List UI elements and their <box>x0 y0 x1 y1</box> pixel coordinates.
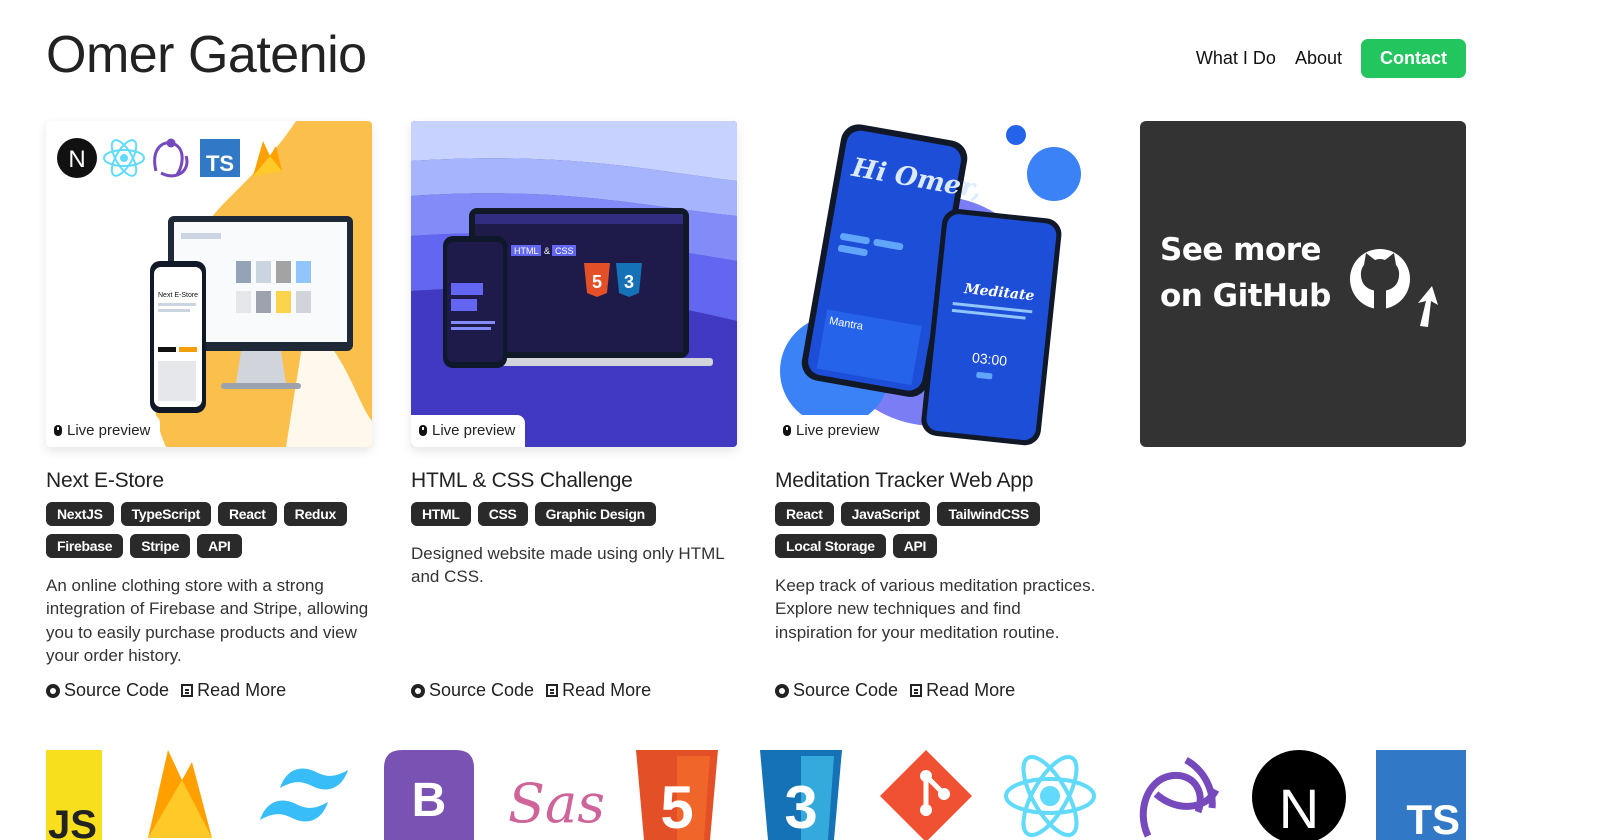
article-icon <box>181 684 194 697</box>
svg-text:3: 3 <box>784 774 817 840</box>
read-more-link[interactable]: Read More <box>181 680 286 701</box>
tag: Redux <box>283 502 347 526</box>
tag: Stripe <box>130 534 191 558</box>
tag: TypeScript <box>120 502 211 526</box>
typescript-icon: TS <box>200 139 240 177</box>
svg-text:JS: JS <box>48 803 97 840</box>
svg-text:B: B <box>412 774 447 827</box>
svg-text:Sass: Sass <box>508 772 604 835</box>
tag: HTML <box>411 502 471 526</box>
project-links: Source Code Read More <box>411 680 651 701</box>
svg-text:Next E-Store: Next E-Store <box>158 292 198 299</box>
tag: API <box>892 534 938 558</box>
tech-icons-row: JS B Sass 5 3 <box>46 750 1466 840</box>
svg-text:N: N <box>1279 777 1319 840</box>
article-icon <box>910 684 923 697</box>
svg-text:3: 3 <box>624 272 634 292</box>
project-thumbnail[interactable]: HTML & CSS 5 3 Live preview <box>411 121 737 447</box>
site-title[interactable]: Omer Gatenio <box>46 24 367 86</box>
svg-text:5: 5 <box>592 272 602 292</box>
project-links: Source Code Read More <box>775 680 1015 701</box>
project-description: An online clothing store with a strong i… <box>46 576 369 665</box>
sass-icon: Sass <box>508 772 604 835</box>
tag: Local Storage <box>775 534 886 558</box>
read-more-link[interactable]: Read More <box>910 680 1015 701</box>
nav-what-i-do[interactable]: What I Do <box>1196 48 1276 69</box>
project-card-meditation: Hi Omer, Mantra Meditate 03:00 Live prev… <box>775 121 1101 700</box>
svg-text:HTML: HTML <box>514 246 539 256</box>
live-preview-button[interactable]: Live preview <box>46 415 161 447</box>
css3-icon: 3 <box>760 750 842 840</box>
github-icon <box>775 683 789 698</box>
github-icon <box>1350 249 1438 327</box>
tag-list: React JavaScript TailwindCSS Local Stora… <box>775 502 1101 558</box>
meditation-preview-image: Hi Omer, Mantra Meditate 03:00 <box>775 121 1101 447</box>
svg-text:&: & <box>544 246 550 256</box>
mouse-icon <box>419 425 427 436</box>
tag: NextJS <box>46 502 114 526</box>
tag: React <box>775 502 834 526</box>
git-icon <box>880 750 972 840</box>
nextjs-icon: N <box>57 138 97 178</box>
source-code-link[interactable]: Source Code <box>46 680 169 701</box>
project-links: Source Code Read More <box>46 680 286 701</box>
tag: Firebase <box>46 534 124 558</box>
tag: Graphic Design <box>534 502 656 526</box>
tag-list: NextJS TypeScript React Redux Firebase S… <box>46 502 372 558</box>
mouse-icon <box>783 425 791 436</box>
project-thumbnail[interactable]: N TS Next E-Store Live preview <box>46 121 372 447</box>
nav-about[interactable]: About <box>1295 48 1342 69</box>
live-preview-button[interactable]: Live preview <box>411 415 526 447</box>
source-code-link[interactable]: Source Code <box>775 680 898 701</box>
project-card-next-estore: N TS Next E-Store Live preview Next E-St… <box>46 121 372 700</box>
bootstrap-icon: B <box>384 750 474 840</box>
source-code-link[interactable]: Source Code <box>411 680 534 701</box>
main-nav: What I Do About Contact <box>1196 39 1466 78</box>
tag: TailwindCSS <box>937 502 1040 526</box>
javascript-icon: JS <box>46 750 102 840</box>
react-icon <box>1004 754 1096 838</box>
project-title: HTML & CSS Challenge <box>411 469 633 492</box>
tag: CSS <box>477 502 528 526</box>
nextjs-icon: N <box>1252 750 1346 840</box>
firebase-icon <box>148 750 212 838</box>
tag: JavaScript <box>840 502 931 526</box>
svg-text:TS: TS <box>206 151 234 176</box>
read-more-link[interactable]: Read More <box>546 680 651 701</box>
next-estore-preview-image: N TS Next E-Store <box>46 121 372 447</box>
github-card-text: See more on GitHub <box>1160 232 1331 314</box>
svg-text:TS: TS <box>1406 796 1460 840</box>
svg-text:CSS: CSS <box>555 246 574 256</box>
project-card-html-css: HTML & CSS 5 3 Live preview HTML & CSS C… <box>411 121 737 700</box>
tag: API <box>197 534 242 558</box>
mouse-icon <box>54 425 62 436</box>
github-icon <box>411 683 425 698</box>
redux-icon <box>1139 756 1220 838</box>
typescript-icon: TS <box>1376 750 1466 840</box>
html5-icon: 5 <box>636 750 718 840</box>
project-description: Keep track of various meditation practic… <box>775 576 1096 642</box>
site-header: Omer Gatenio What I Do About Contact <box>46 24 1466 94</box>
project-thumbnail[interactable]: Hi Omer, Mantra Meditate 03:00 Live prev… <box>775 121 1101 447</box>
tailwind-icon <box>260 768 348 822</box>
project-title: Meditation Tracker Web App <box>775 469 1034 492</box>
tag: React <box>218 502 277 526</box>
project-title: Next E-Store <box>46 469 164 492</box>
contact-button[interactable]: Contact <box>1361 39 1466 78</box>
see-more-github-card[interactable]: See more on GitHub <box>1140 121 1466 447</box>
svg-text:5: 5 <box>660 774 693 840</box>
svg-text:N: N <box>68 146 85 173</box>
live-preview-button[interactable]: Live preview <box>775 415 890 447</box>
project-description: Designed website made using only HTML an… <box>411 544 725 587</box>
github-icon <box>46 683 60 698</box>
article-icon <box>546 684 559 697</box>
tag-list: HTML CSS Graphic Design <box>411 502 737 526</box>
html-css-preview-image: HTML & CSS 5 3 <box>411 121 737 447</box>
